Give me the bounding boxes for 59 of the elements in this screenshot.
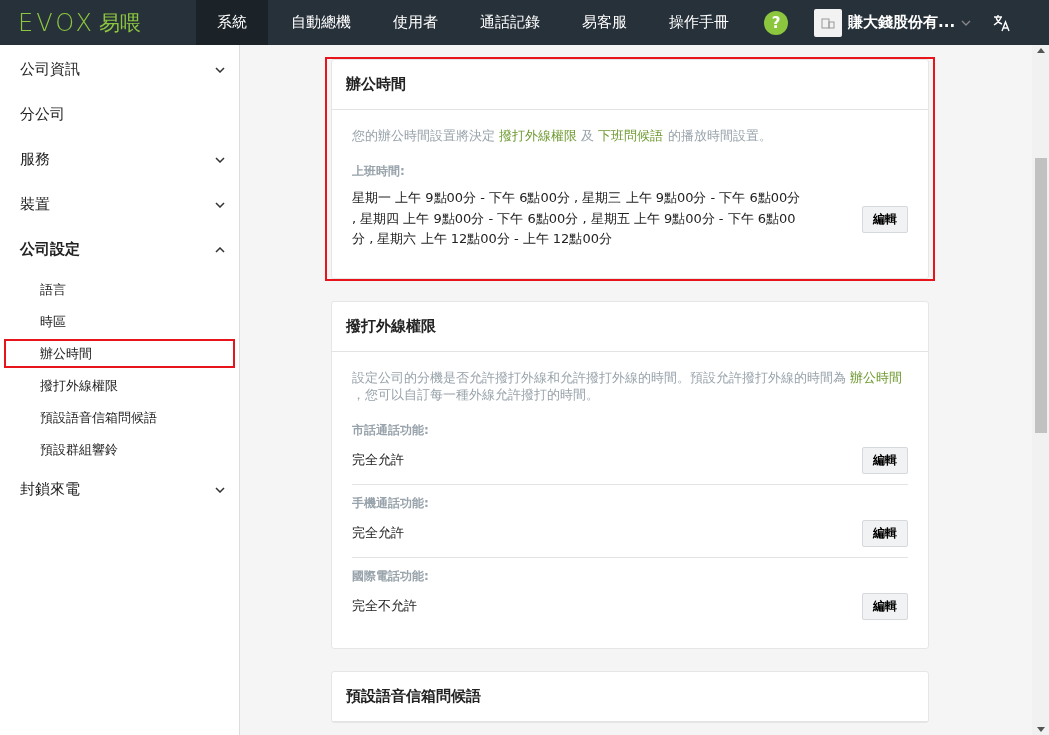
- chevron-down-icon: [961, 19, 972, 26]
- sidebar-item-label: 公司資訊: [20, 60, 80, 79]
- sidebar-item-label: 裝置: [20, 195, 50, 214]
- scrollbar-thumb[interactable]: [1034, 157, 1047, 433]
- text-link[interactable]: 辦公時間: [850, 370, 903, 386]
- nav-tab[interactable]: 易客服: [561, 0, 648, 45]
- nav-tab[interactable]: 通話記錄: [459, 0, 561, 45]
- translate-icon[interactable]: [993, 13, 1012, 32]
- sidebar-subitem[interactable]: 時區: [4, 307, 235, 336]
- card-title: 撥打外線權限: [332, 302, 928, 353]
- scrollbar[interactable]: [1032, 45, 1049, 735]
- building-icon: [814, 8, 842, 37]
- nav-tab[interactable]: 操作手冊: [648, 0, 750, 45]
- nav-tab[interactable]: 系統: [196, 0, 268, 45]
- sidebar-subitem[interactable]: 預設語音信箱問候語: [4, 403, 235, 432]
- field-label: 市話通話功能:: [352, 422, 430, 440]
- nav-tab[interactable]: 使用者: [372, 0, 459, 45]
- edit-button[interactable]: 編輯: [862, 520, 908, 548]
- field-value: 完全允許: [352, 524, 404, 543]
- field-value: 完全允許: [352, 451, 404, 470]
- sidebar-item[interactable]: 裝置: [0, 182, 239, 227]
- sidebar-item[interactable]: 分公司: [0, 92, 239, 137]
- sidebar-subitem[interactable]: 語言: [4, 275, 235, 304]
- chevron-down-icon: [215, 201, 225, 208]
- chevron-down-icon: [215, 486, 225, 493]
- nav-tab[interactable]: 自動總機: [270, 0, 372, 45]
- edit-button[interactable]: 編輯: [862, 447, 908, 475]
- sidebar-item[interactable]: 公司設定: [0, 227, 239, 272]
- chevron-up-icon: [215, 246, 225, 253]
- sidebar-item[interactable]: 公司資訊: [0, 47, 239, 92]
- edit-button[interactable]: 編輯: [862, 205, 908, 233]
- text-link[interactable]: 撥打外線權限: [499, 128, 578, 143]
- sidebar-subitem[interactable]: 預設群組響鈴: [4, 435, 235, 464]
- card-title: 辦公時間: [332, 60, 928, 110]
- sidebar-subitem[interactable]: 辦公時間: [4, 339, 235, 368]
- company-menu[interactable]: 賺大錢股份有...: [814, 8, 972, 37]
- card-title: 預設語音信箱問候語: [332, 672, 928, 723]
- logo-name: 易喂: [98, 9, 141, 37]
- sidebar-item[interactable]: 服務: [0, 137, 239, 182]
- field-value: 完全不允許: [352, 597, 417, 616]
- logo-mark: EVOX: [18, 8, 95, 37]
- scroll-up-icon[interactable]: [1036, 48, 1045, 53]
- card-description: 設定公司的分機是否允許撥打外線和允許撥打外線的時間。預設允許撥打外線的時間為 辦公時間 ，您可以自訂每一種外線允許撥打的時間。: [352, 370, 904, 405]
- sidebar-item-label: 封鎖來電: [20, 480, 80, 499]
- field-label: 上班時間:: [352, 162, 406, 180]
- text-link[interactable]: 下班問候語: [598, 128, 664, 143]
- sidebar-subitem[interactable]: 撥打外線權限: [4, 371, 235, 400]
- edit-button[interactable]: 編輯: [862, 593, 908, 621]
- sidebar-item[interactable]: 封鎖來電: [0, 467, 239, 512]
- chevron-down-icon: [215, 66, 225, 73]
- scroll-down-icon[interactable]: [1036, 727, 1045, 732]
- sidebar-item-label: 分公司: [20, 105, 65, 124]
- chevron-down-icon: [215, 156, 225, 163]
- field-label: 手機通話功能:: [352, 495, 430, 513]
- field-label: 國際電話功能:: [352, 568, 430, 586]
- sidebar-item-label: 公司設定: [20, 240, 80, 259]
- sidebar-item-label: 服務: [20, 150, 50, 169]
- field-value: 星期一 上午 9點00分 - 下午 6點00分 , 星期三 上午 9點00分 - 下午 6點00分 , 星期四 上午 9點00分 - 下午 6點00分 , 星期五 上午 9點00分 - 下午 6點00分 , 星期六 上午 12點00分 - 上午 12點00分: [352, 188, 802, 249]
- card-description: 您的辦公時間設置將決定 撥打外線權限 及 下班問候語 的播放時間設置。: [352, 128, 773, 145]
